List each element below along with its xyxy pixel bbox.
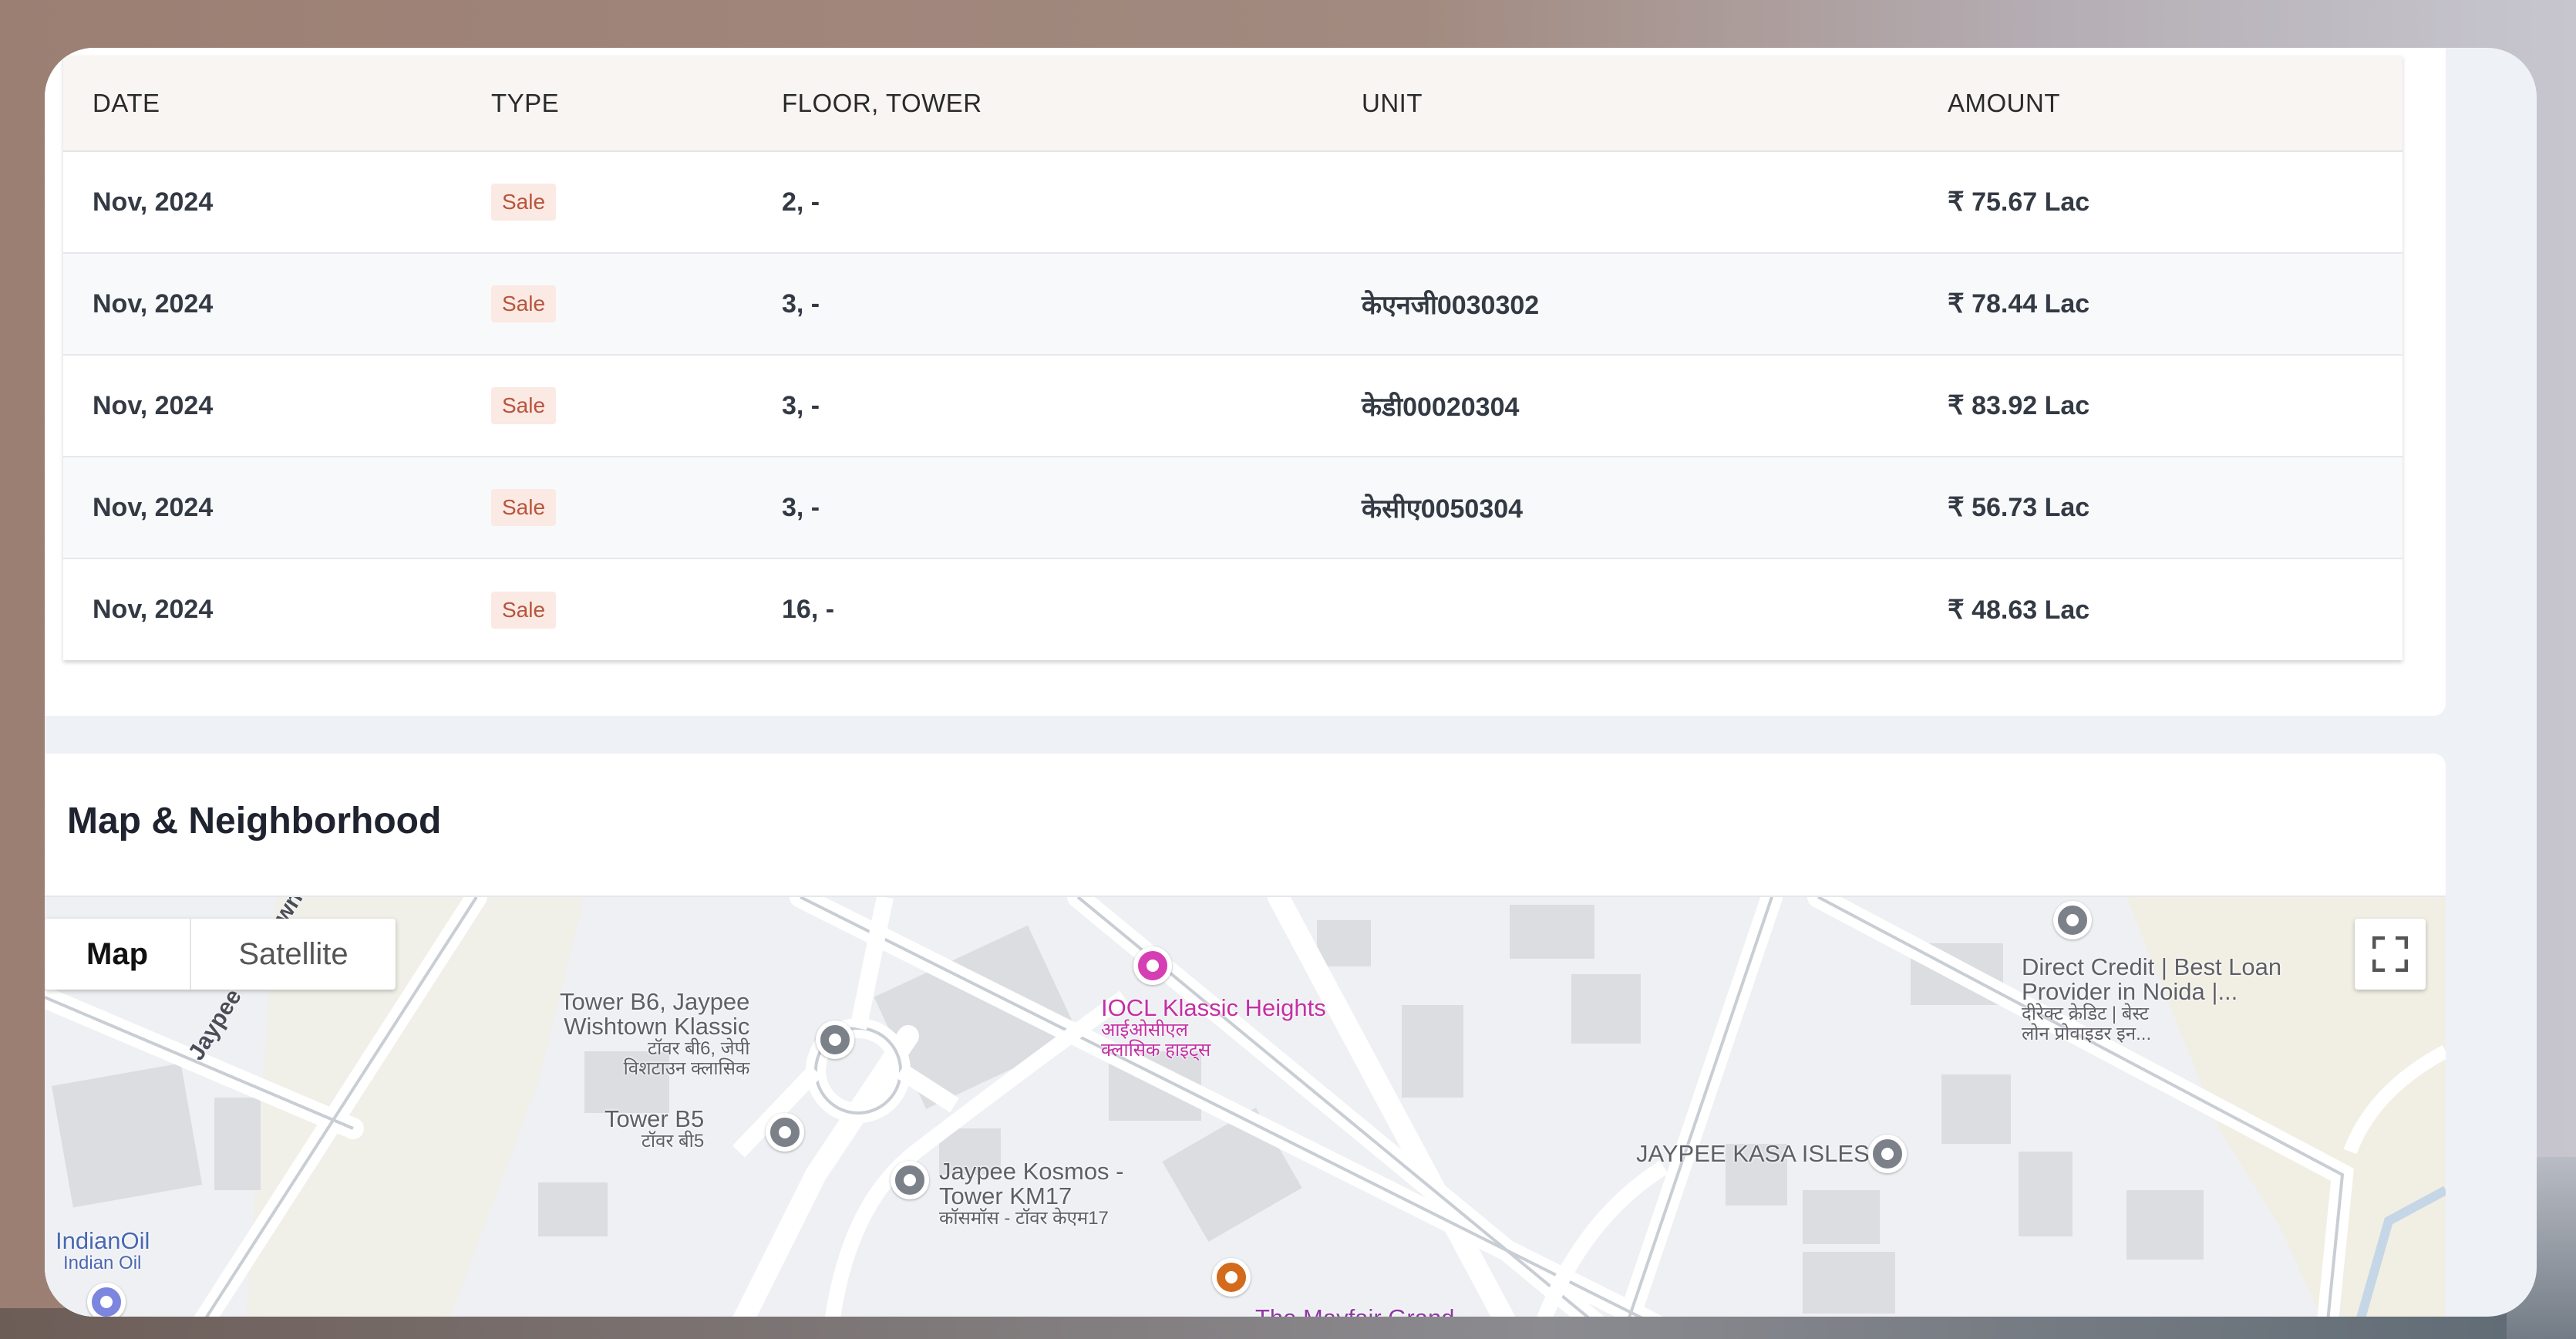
poi-pin-mayfair[interactable] (1212, 1258, 1251, 1297)
poi-text: Direct Credit | Best Loan (2022, 953, 2282, 980)
poi-text: JAYPEE KASA ISLES (1636, 1140, 1870, 1167)
cell-unit: केएनजी0030302 (1362, 253, 1948, 356)
table-row: Nov, 2024 Sale 2, - ₹ 75.67 Lac (63, 151, 2403, 254)
poi-text-hindi: टॉवर बी6, जेपी (648, 1038, 750, 1059)
cell-amount: ₹ 83.92 Lac (1948, 355, 2403, 457)
map-type-map-button[interactable]: Map (45, 919, 191, 990)
header-floor-tower: FLOOR, TOWER (782, 56, 1362, 152)
cell-date: Nov, 2024 (63, 355, 491, 457)
poi-pin-kosmos[interactable] (891, 1161, 929, 1199)
poi-text: Jaypee Kosmos - (939, 1158, 1124, 1185)
poi-text-hindi: क्लासिक हाइट्स (1101, 1040, 1211, 1061)
table-row: Nov, 2024 Sale 3, - केएनजी0030302 ₹ 78.4… (63, 253, 2403, 356)
cell-floor-tower: 3, - (782, 253, 1362, 356)
cell-unit: केसीए0050304 (1362, 457, 1948, 559)
table-row: Nov, 2024 Sale 3, - केसीए0050304 ₹ 56.73… (63, 457, 2403, 559)
poi-label-kosmos[interactable]: Jaypee Kosmos - Tower KM17 कॉसमॉस - टॉवर… (939, 1159, 1124, 1229)
cell-date: Nov, 2024 (63, 253, 491, 356)
poi-label-iocl[interactable]: IOCL Klassic Heights आईओसीएल क्लासिक हाइ… (1101, 996, 1326, 1061)
cell-type: Sale (491, 558, 782, 660)
cell-date: Nov, 2024 (63, 457, 491, 559)
cell-amount: ₹ 78.44 Lac (1948, 253, 2403, 356)
poi-label-indianoil[interactable]: IndianOil Indian Oil (56, 1229, 150, 1273)
cell-amount: ₹ 48.63 Lac (1948, 595, 2090, 625)
map-neighborhood-section: Map & Neighborhood Map Satellite Tower B… (45, 754, 2446, 1317)
poi-label-tower-b6[interactable]: Tower B6, Jaypee Wishtown Klassic टॉवर ब… (560, 990, 749, 1079)
poi-pin-kasa-isles[interactable] (1868, 1135, 1907, 1173)
poi-text: Indian Oil (63, 1253, 142, 1273)
cell-unit (1362, 151, 1948, 254)
header-type: TYPE (491, 56, 782, 152)
cell-type: Sale (491, 355, 782, 457)
sale-badge: Sale (491, 184, 557, 221)
poi-pin-tower-b5[interactable] (766, 1113, 804, 1152)
poi-text-hindi: आईओसीएल (1101, 1020, 1188, 1041)
poi-text-hindi: लोन प्रोवाइडर इन... (2022, 1024, 2152, 1044)
poi-label-mayfair[interactable]: The Mayfair Grand (1255, 1306, 1454, 1317)
cell-type: Sale (491, 253, 782, 356)
poi-label-tower-b5[interactable]: Tower B5 टॉवर बी5 (604, 1107, 704, 1152)
header-amount: AMOUNT (1948, 56, 2403, 152)
poi-text-hindi: कॉसमॉस - टॉवर केएम17 (939, 1208, 1109, 1229)
cell-floor-tower: 16, - (782, 595, 835, 624)
cell-floor-tower: 3, - (782, 457, 1362, 559)
sale-badge: Sale (491, 285, 557, 322)
poi-label-kasa-isles[interactable]: JAYPEE KASA ISLES (1636, 1142, 1870, 1166)
cell-date: Nov, 2024 (93, 595, 214, 624)
header-date: DATE (63, 56, 491, 152)
cell-amount: ₹ 75.67 Lac (1948, 151, 2403, 254)
poi-pin-direct-credit[interactable] (2053, 901, 2092, 939)
table-header-row: DATE TYPE FLOOR, TOWER UNIT AMOUNT (63, 56, 2403, 152)
map-canvas[interactable]: Map Satellite Tower B6, Jaypee Wishtown … (45, 895, 2446, 1317)
poi-text: Tower KM17 (939, 1182, 1072, 1209)
cell-unit: केडी00020304 (1362, 355, 1948, 457)
cell-type: Sale (491, 457, 782, 559)
poi-text: Tower B6, Jaypee (560, 988, 750, 1015)
poi-text-hindi: विशटाउन क्लासिक (623, 1058, 750, 1079)
cell-unit (1362, 558, 1948, 660)
poi-text-hindi: दीरेक्ट क्रेडिट | बेस्ट (2022, 1003, 2149, 1024)
cell-type: Sale (491, 151, 782, 254)
poi-text: Provider in Noida |... (2022, 978, 2238, 1005)
poi-text: The Mayfair Grand (1255, 1304, 1454, 1317)
transactions-table: DATE TYPE FLOOR, TOWER UNIT AMOUNT Nov, … (63, 56, 2403, 660)
poi-text: Wishtown Klassic (564, 1013, 750, 1040)
map-type-satellite-button[interactable]: Satellite (191, 919, 396, 990)
sale-badge: Sale (491, 489, 557, 526)
sale-badge: Sale (491, 591, 557, 629)
poi-text: IndianOil (56, 1227, 150, 1254)
fullscreen-icon (2372, 936, 2408, 972)
poi-text-hindi: टॉवर बी5 (641, 1131, 705, 1152)
poi-pin-indianoil[interactable] (87, 1283, 126, 1317)
transactions-panel: DATE TYPE FLOOR, TOWER UNIT AMOUNT Nov, … (45, 48, 2446, 716)
content-card: DATE TYPE FLOOR, TOWER UNIT AMOUNT Nov, … (45, 48, 2537, 1317)
fullscreen-button[interactable] (2355, 919, 2426, 990)
map-type-toggle: Map Satellite (45, 919, 396, 990)
cell-floor-tower: 2, - (782, 151, 1362, 254)
cell-floor-tower: 3, - (782, 355, 1362, 457)
sale-badge: Sale (491, 387, 557, 424)
table-row: Nov, 2024 Sale 16, - ₹ 48.63 Lac (63, 558, 2403, 660)
cell-date: Nov, 2024 (63, 151, 491, 254)
header-unit: UNIT (1362, 56, 1948, 152)
table-row: Nov, 2024 Sale 3, - केडी00020304 ₹ 83.92… (63, 355, 2403, 457)
poi-pin-tower-b6[interactable] (816, 1020, 854, 1059)
section-title: Map & Neighborhood (67, 801, 442, 842)
cell-amount: ₹ 56.73 Lac (1948, 457, 2403, 559)
poi-text: IOCL Klassic Heights (1101, 994, 1326, 1021)
poi-label-direct-credit[interactable]: Direct Credit | Best Loan Provider in No… (2022, 955, 2281, 1044)
poi-text: Tower B5 (604, 1105, 705, 1132)
poi-pin-iocl[interactable] (1133, 946, 1172, 985)
